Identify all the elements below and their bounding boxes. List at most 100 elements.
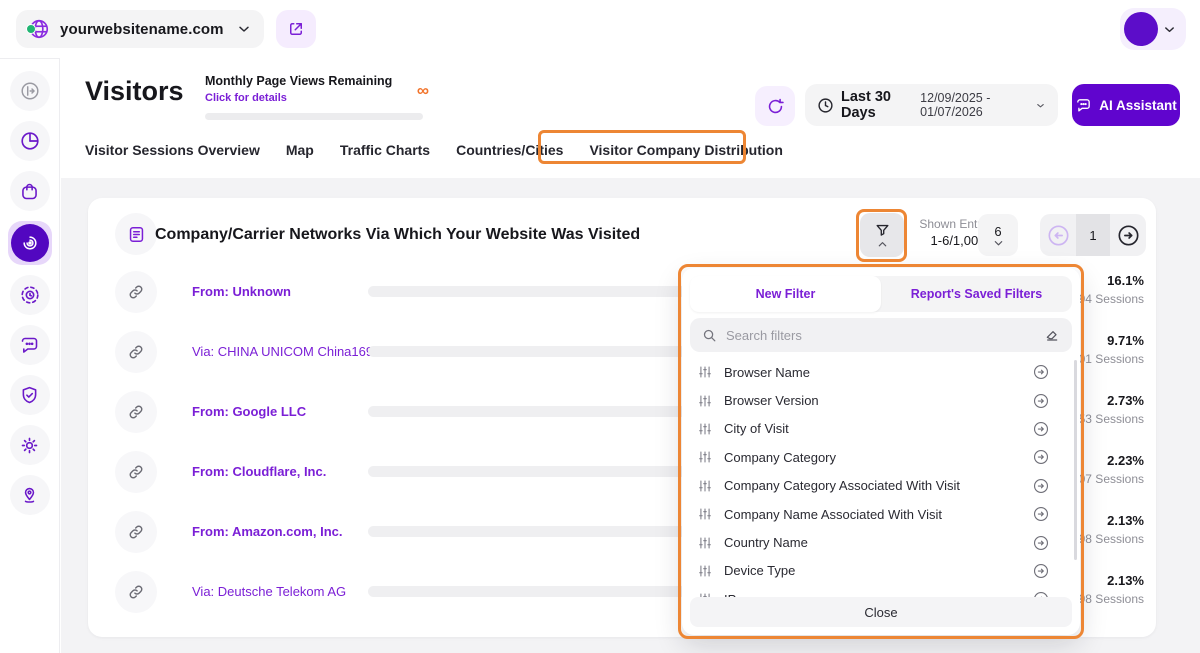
- filter-item[interactable]: Browser Version: [682, 386, 1080, 414]
- shield-check-icon: [19, 385, 40, 406]
- chevron-down-icon: [236, 21, 252, 37]
- ai-assistant-button[interactable]: AI Assistant: [1072, 84, 1180, 126]
- link-icon: [129, 345, 143, 359]
- infinity-icon: ∞: [416, 81, 429, 100]
- sidebar-item-feedback[interactable]: [9, 325, 50, 365]
- mpv-progress-bar: [205, 113, 423, 120]
- chevron-up-icon: [877, 240, 888, 248]
- tab-visitor-sessions-overview[interactable]: Visitor Sessions Overview: [85, 136, 260, 164]
- sidebar-item-security[interactable]: [9, 375, 50, 415]
- pagination: 1: [1040, 214, 1146, 256]
- chat-bubble-icon: [19, 335, 40, 356]
- arrow-right-circle-icon[interactable]: [1032, 505, 1050, 523]
- filter-item[interactable]: Company Category: [682, 443, 1080, 471]
- sliders-icon: [698, 536, 712, 550]
- sidebar-item-sessions[interactable]: [9, 275, 50, 315]
- website-selector[interactable]: yourwebsitename.com: [16, 10, 264, 48]
- refresh-button[interactable]: [755, 86, 795, 126]
- app-root: yourwebsitename.com Visitors Monthly Pag…: [0, 0, 1200, 653]
- sliders-icon: [698, 365, 712, 379]
- close-button[interactable]: Close: [690, 597, 1072, 627]
- next-page-button[interactable]: [1110, 223, 1146, 248]
- arrow-right-circle-icon[interactable]: [1032, 477, 1050, 495]
- filter-item[interactable]: Country Name: [682, 528, 1080, 556]
- arrow-right-circle-icon: [1116, 223, 1141, 248]
- link-icon-wrap: [115, 571, 157, 613]
- tab-map[interactable]: Map: [286, 136, 314, 164]
- eraser-icon[interactable]: [1044, 327, 1060, 343]
- filter-popover-tabs: New Filter Report's Saved Filters: [690, 276, 1072, 312]
- sidebar-item-store[interactable]: [9, 171, 50, 211]
- link-icon: [129, 525, 143, 539]
- link-icon: [129, 465, 143, 479]
- date-range-picker[interactable]: Last 30 Days 12/09/2025 - 01/07/2026: [805, 84, 1058, 126]
- filter-search[interactable]: [690, 318, 1072, 352]
- tab-reports-saved-filters[interactable]: Report's Saved Filters: [881, 276, 1072, 312]
- arrow-right-circle-icon[interactable]: [1032, 448, 1050, 466]
- arrow-right-circle-icon[interactable]: [1032, 534, 1050, 552]
- arrow-right-circle-icon[interactable]: [1032, 392, 1050, 410]
- network-link[interactable]: From: Cloudflare, Inc.: [192, 464, 326, 479]
- link-icon-wrap: [115, 271, 157, 313]
- tab-countries-cities[interactable]: Countries/Cities: [456, 136, 563, 164]
- sidebar-item-visitors[interactable]: [7, 221, 52, 265]
- sliders-icon: [698, 422, 712, 436]
- filter-item[interactable]: Browser Name: [682, 358, 1080, 386]
- pie-chart-icon: [19, 130, 41, 152]
- report-icon-wrap: [115, 213, 157, 255]
- open-website-button[interactable]: [276, 10, 316, 48]
- prev-page-button[interactable]: [1040, 223, 1076, 248]
- sliders-icon: [698, 479, 712, 493]
- scrollbar[interactable]: [1074, 360, 1077, 560]
- sliders-icon: [698, 507, 712, 521]
- sidebar-item-expand[interactable]: [9, 71, 50, 111]
- mpv-details-link[interactable]: Click for details: [205, 92, 392, 104]
- filter-search-input[interactable]: [726, 327, 1035, 343]
- page-size-selector[interactable]: 6: [978, 214, 1018, 256]
- tab-traffic-charts[interactable]: Traffic Charts: [340, 136, 430, 164]
- sidebar-item-dashboard[interactable]: [9, 121, 50, 161]
- search-icon: [702, 328, 717, 343]
- avatar: [1124, 12, 1158, 46]
- link-icon-wrap: [115, 331, 157, 373]
- network-link[interactable]: Via: Deutsche Telekom AG: [192, 584, 346, 599]
- ai-assistant-label: AI Assistant: [1099, 97, 1177, 113]
- page-size-value: 6: [994, 223, 1002, 239]
- arrow-right-circle-icon[interactable]: [1032, 363, 1050, 381]
- bag-icon: [19, 181, 40, 202]
- filter-item-label: Company Category: [724, 449, 836, 465]
- refresh-icon: [766, 97, 785, 116]
- sidebar-item-settings[interactable]: [9, 425, 50, 465]
- arrow-right-circle-icon[interactable]: [1032, 562, 1050, 580]
- link-icon-wrap: [115, 451, 157, 493]
- filter-item[interactable]: Company Category Associated With Visit: [682, 472, 1080, 500]
- network-link[interactable]: From: Unknown: [192, 284, 291, 299]
- filter-button[interactable]: [860, 213, 904, 257]
- sidebar-item-location[interactable]: [9, 475, 50, 515]
- link-icon-wrap: [115, 511, 157, 553]
- link-icon-wrap: [115, 391, 157, 433]
- status-dot: [26, 24, 36, 34]
- link-icon: [129, 585, 143, 599]
- network-link[interactable]: From: Google LLC: [192, 404, 306, 419]
- gear-icon: [19, 435, 40, 456]
- filter-item-label: City of Visit: [724, 421, 789, 437]
- sliders-icon: [698, 564, 712, 578]
- filter-item[interactable]: City of Visit: [682, 415, 1080, 443]
- mpv-label: Monthly Page Views Remaining: [205, 74, 393, 88]
- chevron-down-icon: [1162, 22, 1177, 37]
- network-link[interactable]: From: Amazon.com, Inc.: [192, 524, 342, 539]
- sliders-icon: [698, 394, 712, 408]
- document-icon: [127, 225, 146, 244]
- tab-new-filter[interactable]: New Filter: [690, 276, 881, 312]
- arrow-left-circle-icon: [1046, 223, 1071, 248]
- external-link-icon: [287, 20, 305, 38]
- filter-item[interactable]: Company Name Associated With Visit: [682, 500, 1080, 528]
- tab-visitor-company-distribution[interactable]: Visitor Company Distribution: [589, 136, 782, 164]
- filter-item[interactable]: Device Type: [682, 557, 1080, 585]
- filter-item-label: Browser Name: [724, 364, 810, 380]
- account-menu[interactable]: [1120, 8, 1186, 50]
- ai-chat-icon: [1075, 97, 1092, 114]
- report-title: Company/Carrier Networks Via Which Your …: [155, 226, 641, 243]
- arrow-right-circle-icon[interactable]: [1032, 420, 1050, 438]
